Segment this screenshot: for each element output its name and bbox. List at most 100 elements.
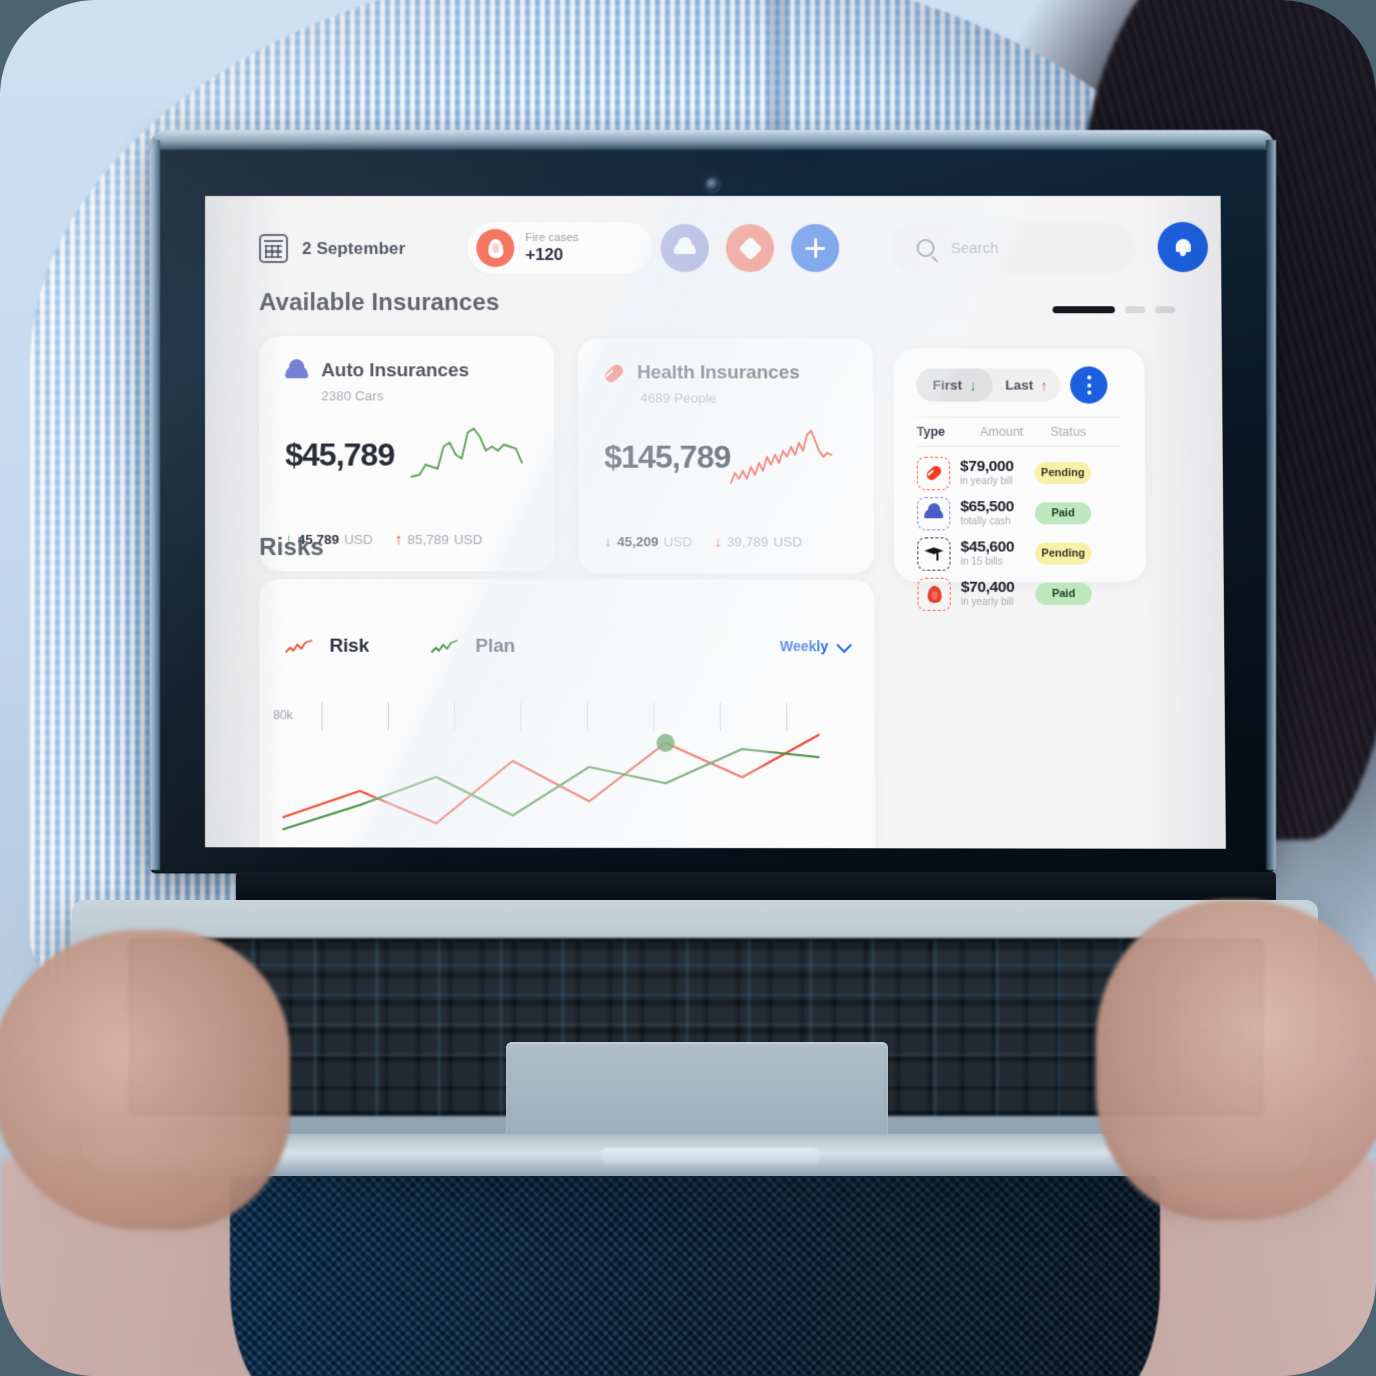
table-header: Type Amount Status xyxy=(916,416,1122,447)
pill-icon xyxy=(916,456,951,490)
sort-first-label: First xyxy=(932,377,963,393)
hand-right xyxy=(1096,900,1376,1220)
quick-action-auto[interactable] xyxy=(660,223,709,273)
date-group: 2 September xyxy=(259,234,406,264)
axis-tick xyxy=(520,702,522,731)
photograph-frame: 2 September Fire cases +120 Search Avail… xyxy=(0,0,1376,1376)
lid-right-edge xyxy=(1266,140,1276,870)
risks-title: Risks xyxy=(259,533,324,562)
card-subtitle: 4689 People xyxy=(640,390,717,406)
period-selector[interactable]: Weekly xyxy=(779,636,853,655)
pill-icon xyxy=(737,235,763,261)
carousel-pagination[interactable] xyxy=(1052,306,1176,314)
quick-action-add[interactable] xyxy=(790,223,840,273)
axis-tick xyxy=(586,702,589,731)
arrow-down-icon: ↓ xyxy=(604,533,613,551)
table-row[interactable]: $45,600 in 15 bills Pending xyxy=(917,533,1123,573)
arrow-up-icon: ↑ xyxy=(394,530,403,549)
laptop-base-notch xyxy=(600,1148,820,1164)
row-note: in yearly bill xyxy=(960,476,1013,488)
table-row[interactable]: $65,500 totally cash Paid xyxy=(916,493,1123,533)
legend-line-icon xyxy=(431,639,461,655)
current-date: 2 September xyxy=(302,238,406,258)
axis-tick xyxy=(786,702,788,731)
stat-currency: USD xyxy=(453,532,483,548)
row-note: totally cash xyxy=(960,516,1011,528)
card-subtitle: 2380 Cars xyxy=(321,388,384,404)
sort-last-option[interactable]: Last ↑ xyxy=(993,368,1061,401)
card-stats: ↓ 45,209 USD ↓ 39,789 USD xyxy=(604,533,803,551)
arrow-up-icon: ↑ xyxy=(1040,377,1048,394)
row-amount: $65,500 xyxy=(960,498,1014,516)
lid-left-edge xyxy=(150,140,160,870)
pagination-dot[interactable] xyxy=(1124,306,1146,314)
notifications-button[interactable] xyxy=(1157,221,1209,273)
status-badge: Pending xyxy=(1034,461,1092,485)
card-health-insurances[interactable]: Health Insurances 4689 People $145,789 ↓… xyxy=(577,338,875,574)
fire-cases-value: +120 xyxy=(525,244,564,264)
search-input[interactable]: Search xyxy=(951,240,999,257)
chart-legend: Risk Plan xyxy=(285,636,515,658)
arrow-down-icon: ↓ xyxy=(714,533,722,551)
card-title: Auto Insurances xyxy=(321,360,469,382)
transactions-panel: First ↓ Last ↑ Type Amount Status $79,00… xyxy=(893,348,1147,611)
legend-label: Risk xyxy=(329,635,370,657)
sort-first-option[interactable]: First ↓ xyxy=(916,368,993,402)
sparkline-auto xyxy=(409,424,538,490)
table-row[interactable]: $70,400 in yearly bill Paid xyxy=(917,574,1123,615)
arrow-down-icon: ↓ xyxy=(969,376,977,394)
stat-currency: USD xyxy=(344,531,373,548)
search-icon xyxy=(916,239,935,258)
calendar-icon xyxy=(259,234,289,264)
column-header-type[interactable]: Type xyxy=(917,425,980,439)
card-title: Health Insurances xyxy=(637,362,800,384)
table-row[interactable]: $79,000 in yearly bill Pending xyxy=(916,453,1123,493)
fire-cases-pill[interactable]: Fire cases +120 xyxy=(467,221,653,275)
card-header: Auto Insurances xyxy=(285,360,469,382)
row-amount: $45,600 xyxy=(960,538,1015,557)
status-badge: Paid xyxy=(1034,502,1092,525)
kebab-menu-icon[interactable] xyxy=(1070,366,1108,404)
stat-currency: USD xyxy=(773,534,803,550)
card-amount: $145,789 xyxy=(604,438,731,475)
lid-top-edge xyxy=(150,130,1274,150)
top-bar: 2 September Fire cases +120 Search xyxy=(205,196,1221,304)
plus-icon xyxy=(805,238,825,258)
card-amount: $45,789 xyxy=(285,436,395,473)
hand-left xyxy=(0,930,290,1230)
stat-value: 45,209 xyxy=(617,534,659,550)
legend-item-plan[interactable]: Plan xyxy=(431,636,515,658)
status-badge: Pending xyxy=(1035,542,1092,565)
pagination-dot-active[interactable] xyxy=(1052,306,1115,314)
quick-action-health[interactable] xyxy=(725,223,775,273)
row-note: in 15 bills xyxy=(960,556,1003,569)
row-note: in yearly bill xyxy=(960,597,1014,609)
stat-currency: USD xyxy=(663,534,693,550)
available-insurances-title: Available Insurances xyxy=(259,289,500,317)
axis-y-label: 80k xyxy=(273,708,293,723)
stat-up: ↑ 85,789 USD xyxy=(394,530,483,549)
card-header: Health Insurances xyxy=(604,362,800,384)
laptop-screen: 2 September Fire cases +120 Search Avail… xyxy=(205,195,1226,849)
car-icon xyxy=(285,364,309,378)
sparkline-health xyxy=(729,427,858,493)
stat-down: ↓ 45,209 USD xyxy=(604,533,693,551)
axis-tick xyxy=(387,702,390,731)
row-amount: $70,400 xyxy=(960,579,1015,597)
graduation-cap-icon xyxy=(917,536,951,571)
sort-toggle[interactable]: First ↓ Last ↑ xyxy=(916,368,1061,402)
bell-icon xyxy=(1174,238,1191,256)
axis-tick xyxy=(653,702,655,731)
column-header-amount[interactable]: Amount xyxy=(980,425,1051,439)
legend-item-risk[interactable]: Risk xyxy=(285,636,369,658)
column-header-status[interactable]: Status xyxy=(1050,425,1122,439)
search-bar[interactable]: Search xyxy=(890,222,1136,274)
risks-chart-card: Risk Plan Weekly 80k xyxy=(259,579,876,849)
axis-tick xyxy=(321,702,323,731)
period-label: Weekly xyxy=(779,638,829,655)
pagination-dot[interactable] xyxy=(1155,306,1176,314)
pill-icon xyxy=(604,363,624,383)
car-icon xyxy=(916,496,951,530)
axis-tick xyxy=(454,702,456,731)
risks-line-chart xyxy=(273,730,875,844)
